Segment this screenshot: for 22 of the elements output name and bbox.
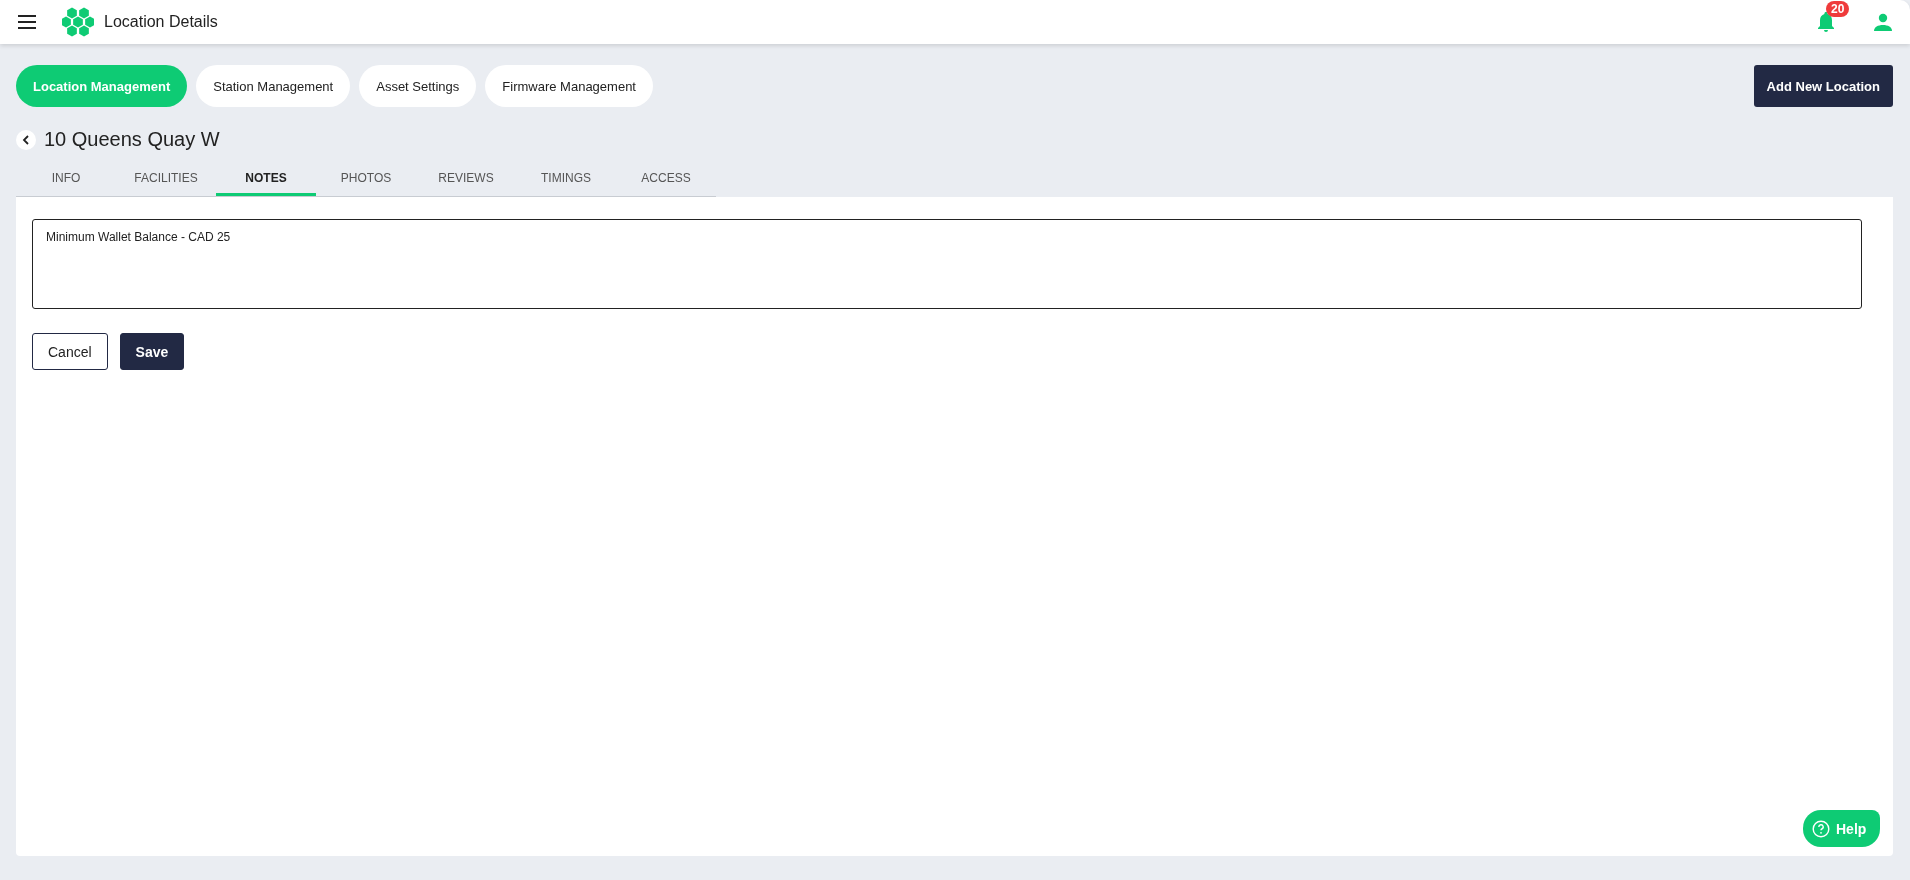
help-icon [1812, 819, 1830, 838]
tab[interactable]: FACILITIES [116, 163, 216, 196]
tab[interactable]: INFO [16, 163, 116, 196]
nav-tab[interactable]: Station Management [196, 65, 351, 107]
chevron-left-icon [22, 134, 30, 145]
nav-tab[interactable]: Firmware Management [485, 65, 653, 107]
notification-badge: 20 [1826, 1, 1850, 17]
menu-icon[interactable] [18, 15, 36, 29]
location-title: 10 Queens Quay W [44, 128, 220, 151]
hexagon-logo-icon [62, 7, 94, 37]
tab[interactable]: REVIEWS [416, 163, 516, 196]
nav-tab[interactable]: Asset Settings [359, 65, 477, 107]
tab[interactable]: ACCESS [616, 163, 716, 196]
notes-field[interactable]: Minimum Wallet Balance - CAD 25 [32, 219, 1862, 309]
save-button[interactable]: Save [119, 333, 185, 370]
page-title: Location Details [104, 13, 218, 31]
bell-icon[interactable] [1816, 11, 1836, 33]
back-button[interactable] [16, 129, 36, 150]
tab[interactable]: PHOTOS [316, 163, 416, 196]
tab[interactable]: TIMINGS [516, 163, 616, 196]
add-new-location-button[interactable]: Add New Location [1753, 65, 1893, 107]
cancel-button[interactable]: Cancel [32, 333, 108, 370]
